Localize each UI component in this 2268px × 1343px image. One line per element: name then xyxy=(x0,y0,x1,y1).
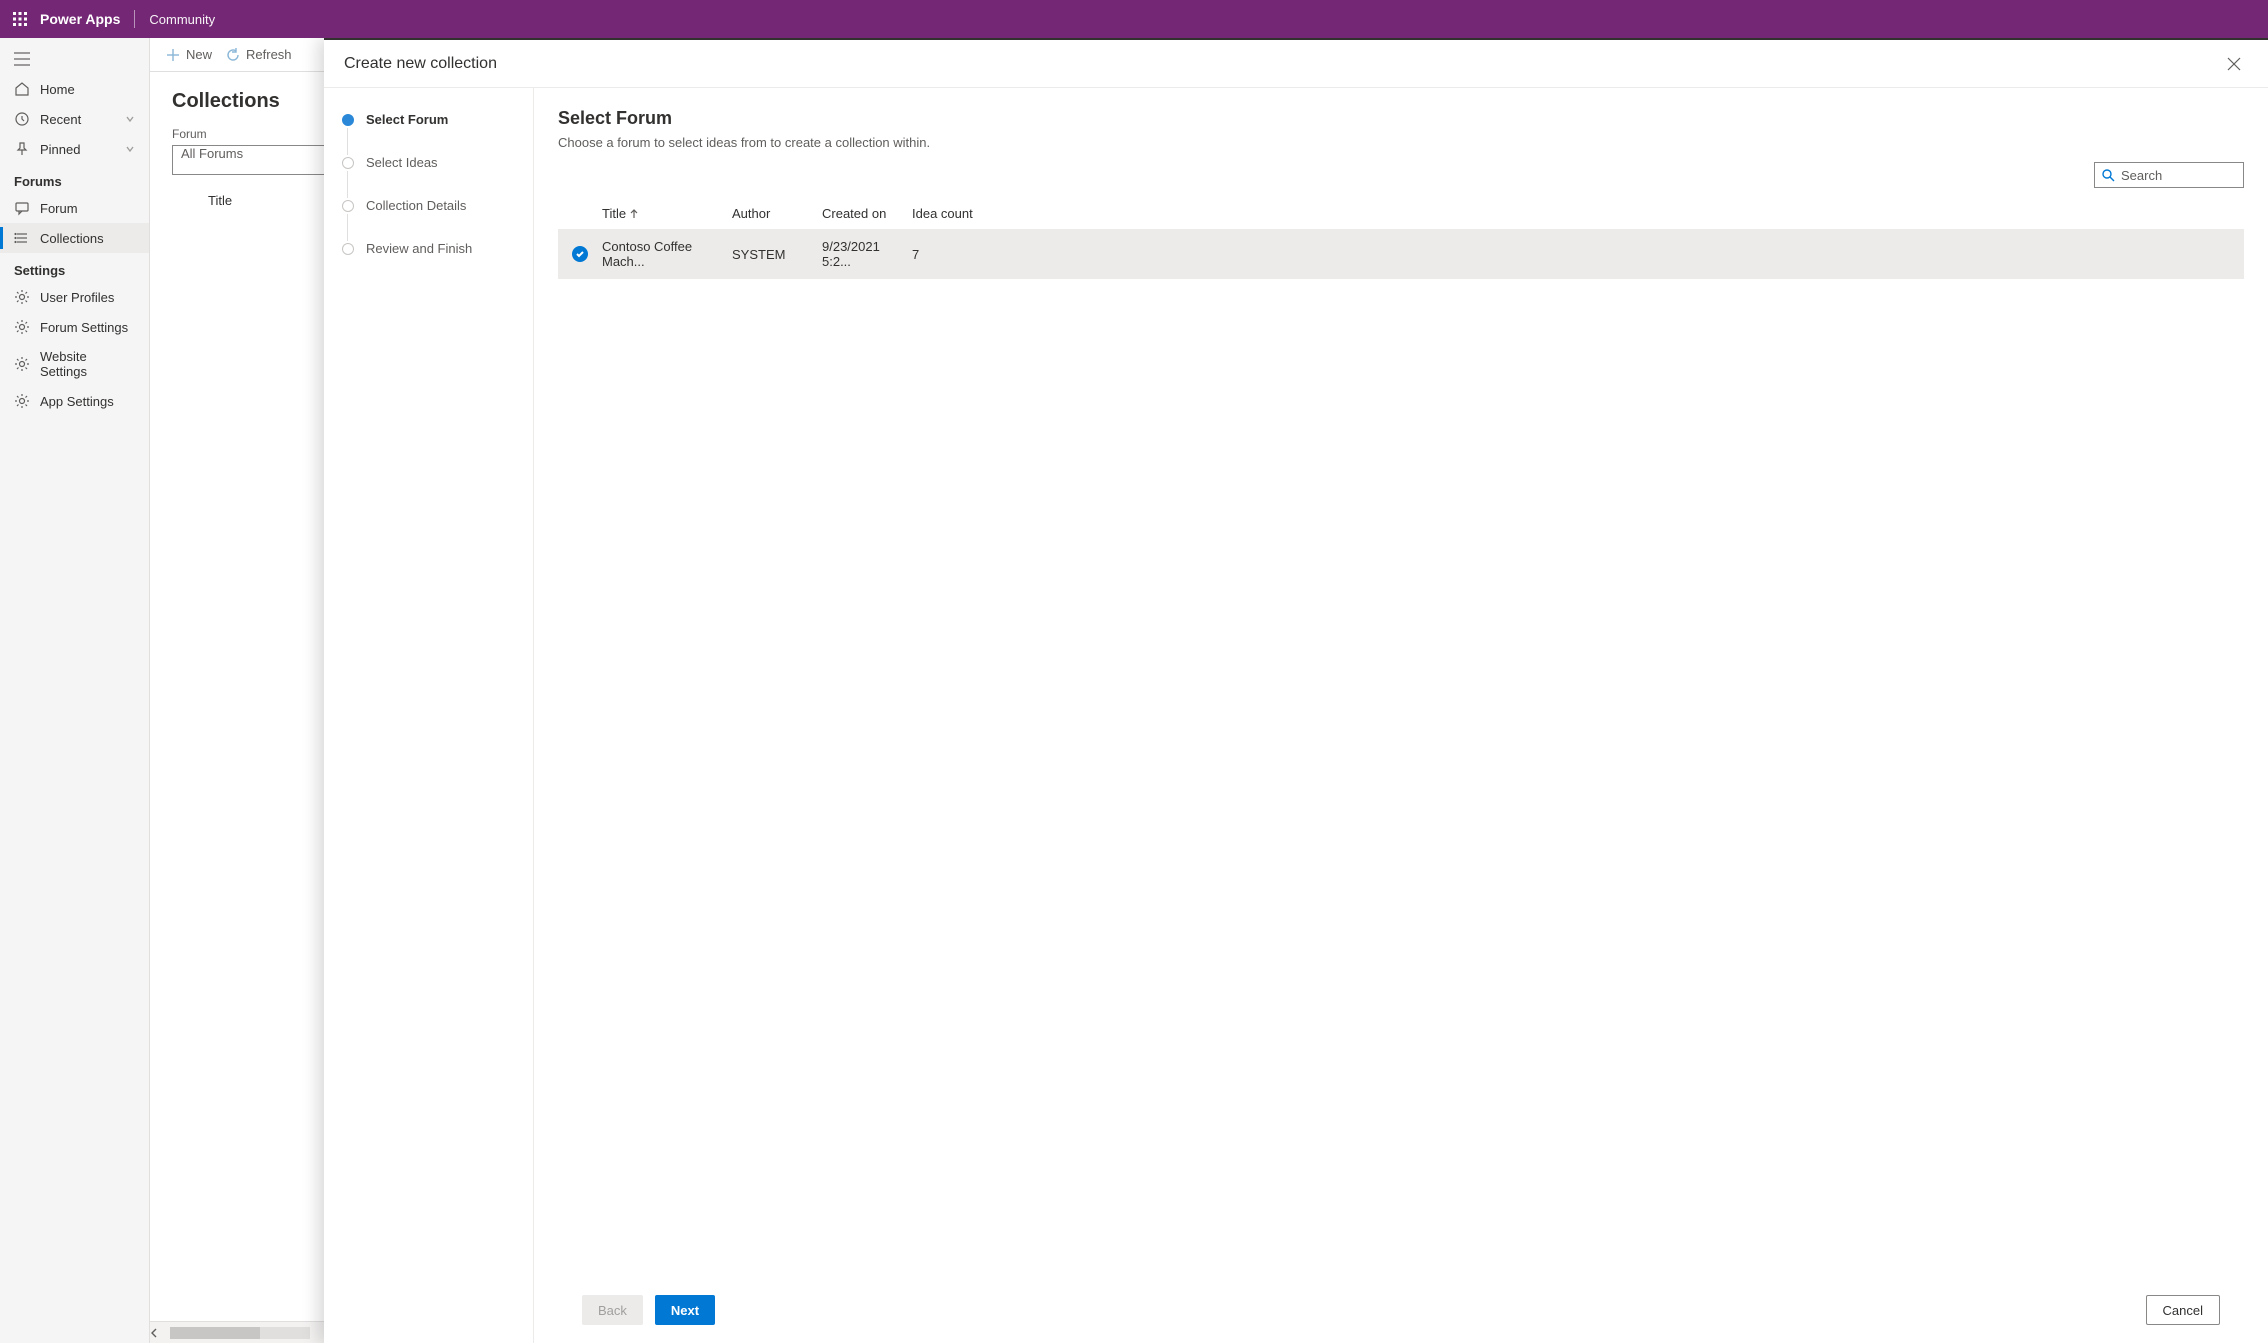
left-nav: Home Recent Pinned Forums Forum Collecti… xyxy=(0,38,150,1343)
step-select-forum[interactable]: Select Forum xyxy=(342,112,515,155)
nav-recent-label: Recent xyxy=(40,112,81,127)
nav-user-profiles[interactable]: User Profiles xyxy=(0,282,149,312)
search-icon xyxy=(2101,168,2115,182)
new-label: New xyxy=(186,47,212,62)
nav-home[interactable]: Home xyxy=(0,74,149,104)
gear-icon xyxy=(14,289,30,305)
panel-header: Create new collection xyxy=(324,40,2268,88)
search-input[interactable]: Search xyxy=(2094,162,2244,188)
panel-main: Select Forum Choose a forum to select id… xyxy=(534,88,2268,1343)
nav-recent[interactable]: Recent xyxy=(0,104,149,134)
environment-label: Community xyxy=(149,12,215,27)
nav-section-settings: Settings xyxy=(0,253,149,282)
chevron-down-icon xyxy=(125,114,135,124)
nav-section-forums: Forums xyxy=(0,164,149,193)
panel-title: Create new collection xyxy=(344,55,497,73)
nav-forum-settings-label: Forum Settings xyxy=(40,320,128,335)
app-header: Power Apps Community xyxy=(0,0,2268,38)
nav-collapse-icon[interactable] xyxy=(0,44,149,74)
step-dot-icon xyxy=(342,114,354,126)
step-review-finish[interactable]: Review and Finish xyxy=(342,241,515,256)
home-icon xyxy=(14,81,30,97)
chat-icon xyxy=(14,200,30,216)
brand-label: Power Apps xyxy=(40,11,120,27)
step-dot-icon xyxy=(342,243,354,255)
refresh-icon xyxy=(226,48,240,62)
col-title[interactable]: Title xyxy=(602,206,732,221)
search-placeholder: Search xyxy=(2121,168,2162,183)
refresh-label: Refresh xyxy=(246,47,292,62)
refresh-button[interactable]: Refresh xyxy=(226,47,292,62)
clock-icon xyxy=(14,111,30,127)
nav-forum-settings[interactable]: Forum Settings xyxy=(0,312,149,342)
nav-pinned-label: Pinned xyxy=(40,142,80,157)
plus-icon xyxy=(166,48,180,62)
new-button[interactable]: New xyxy=(166,47,212,62)
nav-home-label: Home xyxy=(40,82,75,97)
gear-icon xyxy=(14,393,30,409)
forum-select-value: All Forums xyxy=(181,146,243,161)
step-collection-details[interactable]: Collection Details xyxy=(342,198,515,241)
next-button[interactable]: Next xyxy=(655,1295,715,1325)
cancel-button[interactable]: Cancel xyxy=(2146,1295,2220,1325)
app-launcher-icon[interactable] xyxy=(8,7,32,31)
step-dot-icon xyxy=(342,157,354,169)
nav-pinned[interactable]: Pinned xyxy=(0,134,149,164)
row-count: 7 xyxy=(912,247,992,262)
horizontal-scrollbar[interactable] xyxy=(170,1327,310,1339)
panel-subheading: Choose a forum to select ideas from to c… xyxy=(558,135,2244,150)
step-label: Collection Details xyxy=(366,198,466,213)
row-created: 9/23/2021 5:2... xyxy=(822,239,912,269)
col-created[interactable]: Created on xyxy=(822,206,912,221)
sort-asc-icon xyxy=(630,209,638,219)
nav-website-settings[interactable]: Website Settings xyxy=(0,342,149,386)
nav-user-profiles-label: User Profiles xyxy=(40,290,114,305)
col-title-label: Title xyxy=(602,206,626,221)
close-button[interactable] xyxy=(2220,50,2248,78)
chevron-down-icon xyxy=(125,144,135,154)
back-button[interactable]: Back xyxy=(582,1295,643,1325)
nav-app-settings[interactable]: App Settings xyxy=(0,386,149,416)
list-icon xyxy=(14,230,30,246)
gear-icon xyxy=(14,356,30,372)
step-label: Select Forum xyxy=(366,112,448,127)
forum-grid: Title Author Created on Idea count xyxy=(558,198,2244,279)
gear-icon xyxy=(14,319,30,335)
step-select-ideas[interactable]: Select Ideas xyxy=(342,155,515,198)
panel-footer: Back Next Cancel xyxy=(558,1291,2244,1343)
col-author[interactable]: Author xyxy=(732,206,822,221)
step-label: Select Ideas xyxy=(366,155,438,170)
nav-forum[interactable]: Forum xyxy=(0,193,149,223)
wizard-stepper: Select Forum Select Ideas Collection Det… xyxy=(324,88,534,1343)
nav-collections-label: Collections xyxy=(40,231,104,246)
scroll-left-icon[interactable] xyxy=(150,1328,166,1338)
grid-header: Title Author Created on Idea count xyxy=(558,198,2244,229)
row-selected-icon[interactable] xyxy=(572,246,588,262)
row-author: SYSTEM xyxy=(732,247,822,262)
scrollbar-thumb[interactable] xyxy=(170,1327,260,1339)
panel-heading: Select Forum xyxy=(558,108,2244,129)
grid-row[interactable]: Contoso Coffee Mach... SYSTEM 9/23/2021 … xyxy=(558,229,2244,279)
col-idea-count[interactable]: Idea count xyxy=(912,206,992,221)
row-title: Contoso Coffee Mach... xyxy=(602,239,732,269)
nav-website-settings-label: Website Settings xyxy=(40,349,135,379)
pin-icon xyxy=(14,141,30,157)
create-collection-panel: Create new collection Select Forum Selec… xyxy=(324,38,2268,1343)
step-label: Review and Finish xyxy=(366,241,472,256)
header-divider xyxy=(134,10,135,28)
step-dot-icon xyxy=(342,200,354,212)
nav-collections[interactable]: Collections xyxy=(0,223,149,253)
nav-forum-label: Forum xyxy=(40,201,78,216)
nav-app-settings-label: App Settings xyxy=(40,394,114,409)
